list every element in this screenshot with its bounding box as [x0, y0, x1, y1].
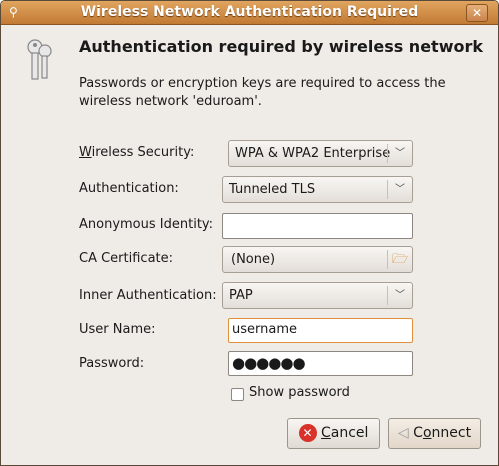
dialog-window: ⚲ Wireless Network Authentication Requir…: [0, 0, 499, 466]
inner-authentication-label: Inner Authentication:: [79, 288, 217, 303]
password-input[interactable]: ●●●●●●: [228, 351, 413, 376]
ca-certificate-chooser[interactable]: (None) 🗁: [222, 246, 413, 273]
description: Passwords or encryption keys are require…: [79, 76, 446, 109]
anonymous-identity-input[interactable]: [222, 213, 413, 239]
user-name-input[interactable]: username: [228, 318, 413, 343]
inner-authentication-combo[interactable]: PAP ﹀: [222, 282, 413, 309]
connect-button[interactable]: ◁ Connect: [388, 418, 481, 449]
show-password-label[interactable]: Show password: [249, 385, 350, 400]
show-password-checkbox[interactable]: [231, 388, 244, 401]
chevron-down-icon: ﹀: [387, 286, 412, 305]
chevron-down-icon: ﹀: [387, 180, 412, 199]
heading: Authentication required by wireless netw…: [79, 37, 483, 56]
wireless-security-label: Wireless Security:: [79, 145, 195, 160]
password-label: Password:: [79, 356, 145, 371]
connect-icon: ◁: [397, 425, 409, 441]
chevron-down-icon: ﹀: [387, 144, 412, 163]
cancel-button[interactable]: ✕ Cancel: [287, 418, 380, 449]
close-button[interactable]: ✕: [466, 4, 488, 22]
window-title: Wireless Network Authentication Required: [80, 4, 419, 20]
user-name-label: User Name:: [79, 322, 156, 337]
authentication-label: Authentication:: [79, 181, 179, 196]
ca-certificate-label: CA Certificate:: [79, 251, 174, 266]
cancel-icon: ✕: [298, 424, 317, 442]
authentication-combo[interactable]: Tunneled TLS ﹀: [222, 176, 413, 203]
keys-icon: [27, 39, 52, 80]
anonymous-identity-label: Anonymous Identity:: [79, 217, 214, 232]
title-bar[interactable]: ⚲ Wireless Network Authentication Requir…: [1, 1, 498, 25]
folder-icon: 🗁: [387, 250, 412, 269]
wireless-security-combo[interactable]: WPA & WPA2 Enterprise ﹀: [228, 140, 413, 167]
